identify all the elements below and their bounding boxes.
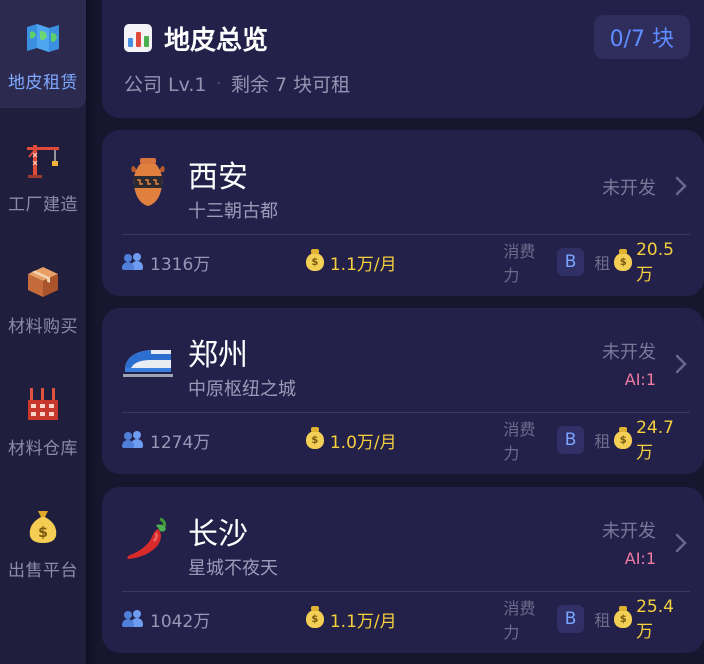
city-description: 中原枢纽之城	[188, 379, 296, 400]
sidebar-item-label: 地皮租赁	[8, 73, 78, 93]
money-bag-icon: $	[614, 427, 633, 449]
remaining-plots: 剩余 7 块可租	[230, 74, 351, 96]
monthly-rent-stat: $ 1.1万/月	[305, 249, 503, 275]
city-description: 星城不夜天	[188, 558, 278, 579]
card-divider	[122, 412, 690, 413]
lease-cost: 租 $ 24.7万	[594, 418, 690, 463]
consumption-label: 消费力	[503, 242, 536, 285]
city-description: 十三朝古都	[188, 201, 278, 222]
bar-chart-icon	[124, 24, 152, 52]
people-icon	[122, 253, 144, 271]
city-card-changsha[interactable]: 长沙 星城不夜天 未开发 AI:1 1042万 $ 1.1万/月 消费力 B 租…	[102, 487, 704, 653]
company-summary: 公司 Lv.1 · 剩余 7 块可租	[124, 70, 350, 97]
population-value: 1274万	[150, 432, 211, 453]
sidebar-item-label: 工厂建造	[8, 195, 78, 215]
separator-dot: ·	[216, 75, 221, 92]
money-bag-icon: $	[614, 606, 633, 628]
bullet-train-icon	[120, 332, 176, 388]
lease-cost-value: 24.7万	[636, 417, 674, 463]
lease-cost-value: 25.4万	[636, 596, 674, 642]
city-name: 郑州	[188, 338, 248, 373]
lease-cost-value: 20.5万	[636, 239, 674, 285]
city-card-xian[interactable]: 西安 十三朝古都 未开发 1316万 $ 1.1万/月 消费力 B 租 $ 20…	[102, 130, 704, 296]
package-icon	[23, 262, 63, 302]
chili-pepper-icon	[120, 511, 176, 567]
land-overview-header: 地皮总览 0/7 块 公司 Lv.1 · 剩余 7 块可租	[102, 0, 704, 118]
sidebar-item-label: 出售平台	[8, 561, 78, 581]
sidebar-item-factory-build[interactable]: 工厂建造	[0, 122, 86, 230]
sidebar-item-material-warehouse[interactable]: 材料仓库	[0, 366, 86, 474]
population-stat: 1042万	[122, 607, 290, 632]
consumption-grade-badge: B	[556, 426, 585, 454]
monthly-rent-value: 1.1万/月	[329, 254, 397, 275]
development-status: 未开发	[602, 342, 656, 363]
people-icon	[122, 431, 144, 449]
sidebar: 地皮租赁 工厂建造 材料购买 材料仓库 $ 出售平台	[0, 0, 86, 664]
money-bag-icon: $	[305, 427, 324, 449]
ai-competitor-count: AI:1	[624, 549, 656, 568]
consumption-power: 消费力 B	[503, 595, 585, 643]
consumption-label: 消费力	[503, 599, 536, 642]
city-name: 西安	[188, 160, 248, 195]
population-value: 1316万	[150, 254, 211, 275]
development-status: 未开发	[602, 521, 656, 542]
ai-competitor-count: AI:1	[624, 370, 656, 389]
plot-count-badge: 0/7 块	[593, 15, 690, 59]
lease-cost-label: 租	[594, 611, 611, 630]
chevron-right-icon	[674, 531, 688, 555]
consumption-power: 消费力 B	[503, 416, 585, 464]
svg-text:$: $	[38, 525, 48, 541]
sidebar-item-label: 材料仓库	[8, 439, 78, 459]
sidebar-item-label: 材料购买	[8, 317, 78, 337]
money-bag-icon: $	[614, 249, 633, 271]
money-bag-icon: $	[305, 606, 324, 628]
population-value: 1042万	[150, 611, 211, 632]
development-status: 未开发	[602, 178, 656, 199]
lease-cost-label: 租	[594, 254, 611, 273]
factory-icon	[23, 384, 63, 424]
chevron-right-icon	[674, 174, 688, 198]
consumption-grade-badge: B	[556, 605, 585, 633]
amphora-icon	[120, 154, 176, 210]
consumption-label: 消费力	[503, 420, 536, 463]
card-divider	[122, 591, 690, 592]
consumption-grade-badge: B	[556, 248, 585, 276]
sidebar-item-sales-platform[interactable]: $ 出售平台	[0, 488, 86, 596]
sidebar-shadow	[86, 0, 98, 664]
people-icon	[122, 610, 144, 628]
lease-cost: 租 $ 25.4万	[594, 597, 690, 642]
population-stat: 1274万	[122, 428, 290, 453]
city-stats: 1274万 $ 1.0万/月 消费力 B 租 $ 24.7万	[122, 418, 690, 463]
population-stat: 1316万	[122, 250, 290, 275]
city-card-zhengzhou[interactable]: 郑州 中原枢纽之城 未开发 AI:1 1274万 $ 1.0万/月 消费力 B …	[102, 308, 704, 474]
lease-cost: 租 $ 20.5万	[594, 240, 690, 285]
lease-cost-label: 租	[594, 432, 611, 451]
crane-icon	[23, 140, 63, 180]
monthly-rent-stat: $ 1.1万/月	[305, 606, 503, 632]
money-bag-icon: $	[305, 249, 324, 271]
monthly-rent-value: 1.1万/月	[329, 611, 397, 632]
chevron-right-icon	[674, 352, 688, 376]
company-level: 公司 Lv.1	[124, 74, 207, 96]
sidebar-item-land-lease[interactable]: 地皮租赁	[0, 0, 86, 108]
city-name: 长沙	[188, 517, 248, 552]
city-stats: 1316万 $ 1.1万/月 消费力 B 租 $ 20.5万	[122, 240, 690, 285]
sidebar-item-material-purchase[interactable]: 材料购买	[0, 244, 86, 352]
page-title: 地皮总览	[164, 26, 269, 56]
consumption-power: 消费力 B	[503, 238, 585, 286]
map-icon	[23, 18, 63, 58]
money-bag-icon: $	[23, 506, 63, 546]
city-stats: 1042万 $ 1.1万/月 消费力 B 租 $ 25.4万	[122, 597, 690, 642]
monthly-rent-stat: $ 1.0万/月	[305, 427, 503, 453]
monthly-rent-value: 1.0万/月	[329, 432, 397, 453]
card-divider	[122, 234, 690, 235]
